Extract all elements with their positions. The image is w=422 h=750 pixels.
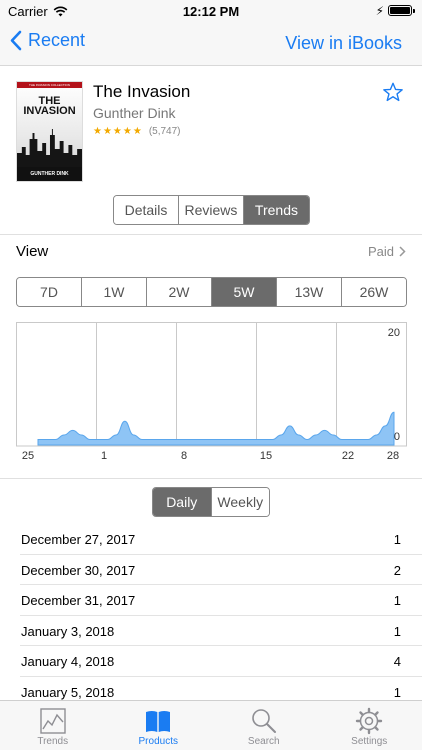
cover-series: THE INVASION COLLECTION bbox=[17, 82, 82, 88]
tab-bar: Trends Products Search Settings bbox=[0, 700, 422, 750]
y-tick-label: 20 bbox=[388, 327, 400, 339]
x-tick-label: 8 bbox=[181, 450, 187, 462]
status-bar: Carrier 12:12 PM ⚡ bbox=[0, 0, 422, 22]
sale-count: 4 bbox=[393, 654, 401, 669]
divider bbox=[0, 478, 422, 479]
list-item: January 4, 2018 4 bbox=[20, 646, 422, 677]
divider bbox=[0, 234, 422, 235]
chart-area-series bbox=[37, 411, 395, 446]
sale-count: 1 bbox=[393, 684, 401, 700]
star-outline-icon bbox=[383, 82, 403, 102]
rating: ★★★★★ (5,747) bbox=[93, 126, 181, 137]
sales-chart-svg: 20 0 25 1 8 15 22 28 bbox=[16, 322, 407, 462]
range-segmented-control: 7D 1W 2W 5W 13W 26W bbox=[16, 277, 407, 307]
chevron-left-icon bbox=[10, 30, 22, 51]
range-7d[interactable]: 7D bbox=[17, 278, 82, 306]
range-13w[interactable]: 13W bbox=[277, 278, 342, 306]
x-tick-label: 22 bbox=[342, 450, 354, 462]
period-daily[interactable]: Daily bbox=[153, 488, 212, 516]
sale-count: 1 bbox=[393, 593, 401, 608]
cover-author: GUNTHER DINK bbox=[17, 167, 82, 181]
sale-count: 1 bbox=[393, 623, 401, 639]
sale-date: December 31, 2017 bbox=[21, 593, 136, 608]
range-5w[interactable]: 5W bbox=[212, 278, 277, 306]
sale-date: December 30, 2017 bbox=[21, 562, 136, 578]
list-item: December 31, 2017 1 bbox=[20, 585, 422, 616]
book-title: The Invasion bbox=[93, 82, 191, 101]
sales-chart: 20 0 25 1 8 15 22 28 bbox=[16, 322, 407, 462]
x-tick-label: 1 bbox=[101, 450, 107, 462]
cover-skyline bbox=[17, 129, 82, 167]
rating-count: (5,747) bbox=[148, 126, 181, 137]
view-label: View bbox=[16, 243, 49, 260]
chevron-right-icon bbox=[399, 246, 406, 257]
sales-list: December 27, 2017 1 December 30, 2017 2 … bbox=[0, 524, 422, 707]
navigation-bar: Recent View in iBooks bbox=[0, 22, 422, 66]
rating-stars: ★★★★★ bbox=[93, 126, 143, 137]
tab-reviews[interactable]: Reviews bbox=[178, 196, 244, 224]
sale-date: January 3, 2018 bbox=[21, 623, 115, 639]
tab-label: Products bbox=[138, 736, 178, 747]
tab-settings-nav[interactable]: Settings bbox=[317, 701, 422, 750]
tab-products-nav[interactable]: Products bbox=[106, 701, 212, 750]
view-in-ibooks-button[interactable]: View in iBooks bbox=[285, 33, 402, 54]
sale-date: January 4, 2018 bbox=[21, 654, 115, 669]
tab-trends-nav[interactable]: Trends bbox=[0, 701, 106, 750]
y-tick-label: 0 bbox=[394, 431, 400, 443]
detail-segmented-control: Details Reviews Trends bbox=[113, 195, 310, 225]
tab-label: Search bbox=[247, 736, 280, 747]
tab-label: Trends bbox=[37, 736, 69, 747]
tab-trends[interactable]: Trends bbox=[243, 196, 309, 224]
range-26w[interactable]: 26W bbox=[342, 278, 406, 306]
list-item: January 3, 2018 1 bbox=[20, 616, 422, 646]
back-button[interactable]: Recent bbox=[10, 30, 85, 51]
battery-icon bbox=[388, 5, 415, 16]
back-button-label: Recent bbox=[28, 30, 86, 50]
period-weekly[interactable]: Weekly bbox=[211, 488, 269, 516]
tab-details[interactable]: Details bbox=[114, 196, 179, 224]
search-icon bbox=[251, 709, 276, 733]
sale-count: 2 bbox=[393, 562, 401, 578]
chart-frame bbox=[16, 322, 407, 447]
book-icon bbox=[146, 711, 171, 732]
sale-date: January 5, 2018 bbox=[21, 684, 115, 700]
sale-count: 1 bbox=[393, 532, 401, 547]
favorite-star-button[interactable] bbox=[382, 81, 404, 108]
sale-date: December 27, 2017 bbox=[21, 532, 136, 547]
cover-title: THE INVASION bbox=[23, 95, 76, 117]
gear-icon bbox=[356, 707, 383, 735]
clock: 12:12 PM bbox=[182, 4, 240, 19]
x-tick-label: 15 bbox=[260, 450, 272, 462]
paid-filter-label: Paid bbox=[367, 244, 394, 259]
paid-filter-button[interactable]: Paid bbox=[368, 244, 406, 259]
chart-icon bbox=[40, 708, 66, 734]
list-item: December 27, 2017 1 bbox=[20, 524, 422, 555]
tab-search-nav[interactable]: Search bbox=[211, 701, 317, 750]
x-tick-label: 25 bbox=[22, 450, 34, 462]
book-cover: THE INVASION COLLECTION THE INVASION GUN… bbox=[16, 81, 83, 182]
tab-label: Settings bbox=[351, 736, 388, 747]
range-2w[interactable]: 2W bbox=[147, 278, 212, 306]
list-item: December 30, 2017 2 bbox=[20, 555, 422, 585]
x-tick-label: 28 bbox=[387, 450, 399, 462]
charging-icon: ⚡ bbox=[375, 4, 384, 18]
book-author: Gunther Dink bbox=[93, 105, 176, 121]
range-1w[interactable]: 1W bbox=[82, 278, 147, 306]
period-segmented-control: Daily Weekly bbox=[152, 487, 270, 517]
